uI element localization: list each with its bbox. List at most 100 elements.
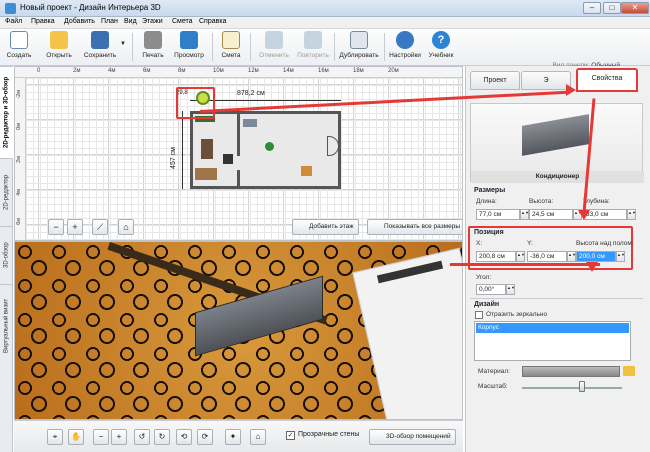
maximize-button[interactable]: □ [603, 2, 621, 14]
view-3d[interactable] [14, 241, 463, 420]
preview-button[interactable]: Просмотр [172, 31, 206, 64]
rooms-overview-button[interactable]: 3D-обзор помещений [369, 429, 456, 445]
redo-button[interactable]: Повторить [294, 31, 332, 64]
tab-3d-view[interactable]: 3D-обзор [0, 226, 13, 284]
menu-view[interactable]: Вид [124, 18, 137, 25]
sizes-section-title: Размеры [474, 187, 506, 194]
zoom-out-button[interactable]: − [48, 219, 64, 235]
object-name: Кондиционер [471, 171, 644, 183]
folder-icon[interactable] [623, 366, 635, 376]
home-button[interactable]: ⌂ [118, 219, 134, 235]
light-bulb-icon[interactable]: ✦ [225, 429, 241, 445]
estimate-button[interactable]: Смета [218, 31, 244, 64]
tab-2d-3d[interactable]: 2D-редактор и 3D-обзор [0, 66, 13, 158]
folder-icon [50, 31, 68, 49]
add-floor-button[interactable]: Добавить этаж [292, 219, 359, 235]
undo-arrow-icon [265, 31, 283, 49]
open-button[interactable]: Открыть [42, 31, 76, 64]
scale-slider-track[interactable] [522, 387, 622, 389]
arrow-head-icon [586, 262, 598, 272]
x-spinner[interactable]: ▲▼ [516, 251, 525, 262]
dimension-line [182, 111, 183, 189]
monitor-icon [180, 31, 198, 49]
height-above-floor-input[interactable]: 200,0 см [576, 251, 616, 262]
minimize-button[interactable]: – [583, 2, 601, 14]
design-section-title: Дизайн [474, 301, 500, 308]
tab-virtual-visit[interactable]: Виртуальный визит [0, 284, 13, 366]
menu-file[interactable]: Файл [5, 18, 22, 25]
plan-editor-2d[interactable]: 0 2м 4м 6м 8м 10м 12м 14м 16м 18м 20м -2… [14, 66, 463, 241]
menu-edit[interactable]: Правка [31, 18, 55, 25]
object-preview: Кондиционер [470, 103, 644, 183]
duplicate-button[interactable]: Дублировать [338, 31, 380, 64]
material-swatch[interactable] [522, 366, 620, 377]
air-conditioner-preview-icon [522, 114, 589, 156]
menu-bar: Файл Правка Добавить План Вид Этажи Смет… [0, 17, 650, 29]
tab-project[interactable]: Проект [470, 71, 520, 90]
window-title: Новый проект - Дизайн Интерьера 3D [20, 3, 161, 12]
dimension-height: 457 см [170, 147, 177, 169]
zoom-in-3d-button[interactable]: + [111, 429, 127, 445]
transparent-walls-checkbox[interactable]: ✓ [286, 431, 295, 440]
menu-add[interactable]: Добавить [64, 18, 95, 25]
angle-input[interactable]: 0,00° [476, 284, 506, 295]
tab-objects[interactable]: Э [521, 71, 571, 90]
tab-properties[interactable]: Свойства [576, 68, 638, 92]
armchair-item[interactable] [301, 166, 312, 176]
chair-item[interactable] [223, 154, 233, 164]
list-item-body[interactable]: Корпус [476, 323, 629, 333]
zoom-in-button[interactable]: + [67, 219, 83, 235]
save-dropdown-arrow-icon[interactable]: ▼ [120, 41, 126, 47]
menu-floors[interactable]: Этажи [142, 18, 163, 25]
scale-slider-thumb[interactable] [579, 381, 585, 392]
save-button[interactable]: Сохранить [80, 31, 120, 64]
height-above-floor-spinner[interactable]: ▲▼ [616, 251, 625, 262]
table-item[interactable] [201, 139, 213, 159]
arrow-head-icon [566, 84, 576, 96]
print-button[interactable]: Печать [139, 31, 167, 64]
tab-2d-editor[interactable]: 2D-редактор [0, 158, 13, 226]
home-3d-button[interactable]: ⌂ [250, 429, 266, 445]
walk-mode-button[interactable]: ⌖ [47, 429, 63, 445]
toolbar: Создать Открыть Сохранить ▼ Печать Просм… [0, 29, 650, 69]
rotate-left-icon[interactable]: ↺ [134, 429, 150, 445]
rotate-right-icon[interactable]: ↻ [154, 429, 170, 445]
y-input[interactable]: -36,0 см [527, 251, 567, 262]
plant-item[interactable] [265, 142, 274, 151]
title-bar: Новый проект - Дизайн Интерьера 3D – □ ✕ [0, 0, 650, 17]
create-button[interactable]: Создать [6, 31, 32, 64]
close-button[interactable]: ✕ [621, 2, 649, 14]
hand-icon[interactable]: ✋ [68, 429, 84, 445]
depth-spinner[interactable]: ▲▼ [627, 209, 636, 220]
toolbar-separator [250, 33, 251, 61]
undo-button[interactable]: Отменить [257, 31, 291, 64]
dimension-width: 878,2 см [237, 90, 265, 97]
show-all-sizes-button[interactable]: Показывать все размеры [367, 219, 462, 235]
new-document-icon [10, 31, 28, 49]
orbit-left-icon[interactable]: ⟲ [176, 429, 192, 445]
divider [470, 298, 643, 299]
y-spinner[interactable]: ▲▼ [567, 251, 576, 262]
angle-spinner[interactable]: ▲▼ [506, 284, 515, 295]
arrow-head-icon [578, 210, 590, 220]
room-plan[interactable] [190, 111, 341, 189]
menu-estimate[interactable]: Смета [172, 18, 193, 25]
sofa-item[interactable] [195, 168, 217, 180]
air-conditioner-3d[interactable] [195, 275, 323, 357]
x-input[interactable]: 200,8 см [476, 251, 516, 262]
length-spinner[interactable]: ▲▼ [520, 209, 529, 220]
orbit-right-icon[interactable]: ⟳ [197, 429, 213, 445]
menu-help[interactable]: Справка [199, 18, 226, 25]
parts-list[interactable]: Корпус [474, 321, 631, 361]
menu-plan[interactable]: План [101, 18, 118, 25]
cabinet-item[interactable] [243, 119, 257, 127]
ruler-tool-button[interactable]: ⟋ [92, 219, 108, 235]
settings-button[interactable]: Настройки [388, 31, 422, 64]
mirror-checkbox[interactable] [475, 311, 483, 319]
tutorial-button[interactable]: ? Учебник [426, 31, 456, 64]
height-input[interactable]: 24,5 см [529, 209, 573, 220]
length-input[interactable]: 77,0 см [476, 209, 520, 220]
transparent-walls-label: Прозрачные стены [298, 431, 360, 438]
app-icon [5, 3, 16, 14]
zoom-out-3d-button[interactable]: − [93, 429, 109, 445]
